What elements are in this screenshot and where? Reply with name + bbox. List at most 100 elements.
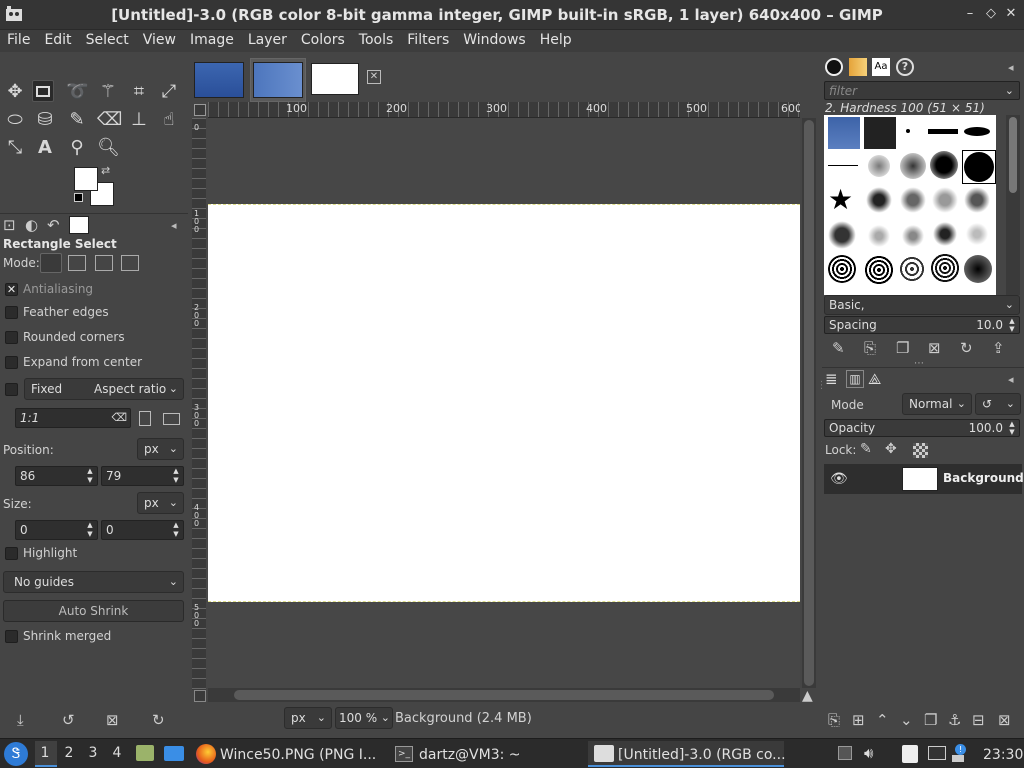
mode-add-button[interactable] [68, 255, 86, 271]
images-tab-icon[interactable] [69, 216, 89, 234]
menu-file[interactable]: File [0, 30, 37, 51]
size-h-input[interactable]: 0 ▲ ▼ [101, 520, 184, 540]
raise-layer-icon[interactable]: ⌃ [876, 711, 889, 729]
expand-from-center-checkbox[interactable] [5, 356, 18, 369]
brush-thumb-star[interactable]: ★ [828, 185, 853, 215]
brush-thumb-9[interactable] [930, 151, 958, 179]
open-brush-as-image-icon[interactable]: ⇪ [992, 339, 1005, 357]
display-icon[interactable] [928, 746, 946, 760]
paintbrush-tool-icon[interactable]: ✎ [66, 109, 88, 131]
workspace-2[interactable]: 2 [62, 745, 76, 761]
device-status-tab-icon[interactable]: ◐ [25, 216, 38, 234]
menu-layer[interactable]: Layer [241, 30, 294, 51]
mode-subtract-button[interactable] [95, 255, 113, 271]
brush-thumb-21[interactable] [864, 255, 894, 285]
brush-thumb-selected[interactable] [962, 150, 996, 184]
portrait-icon[interactable] [139, 411, 151, 426]
tool-options-tab-icon[interactable]: ⊡ [3, 216, 16, 234]
color-picker-tool-icon[interactable]: ⚲ [66, 137, 88, 159]
spin-arrows-icon[interactable]: ▲ ▼ [171, 467, 181, 485]
clear-ratio-icon[interactable]: ⌫ [111, 409, 127, 427]
clone-tool-icon[interactable]: ⊥ [128, 109, 150, 131]
delete-brush-icon[interactable]: ⊠ [928, 339, 941, 357]
volume-icon[interactable]: 🔊︎ [864, 744, 873, 762]
layer-row-background[interactable]: 👁︎ Background [824, 464, 1024, 494]
lock-position-icon[interactable]: ✥ [885, 441, 897, 457]
layer-mode-reset-combo[interactable]: ↺ ⌄ [975, 393, 1021, 415]
zoom-tool-icon[interactable]: 🔍︎ [97, 137, 120, 159]
paths-tool-icon[interactable]: ⤡ [4, 137, 26, 159]
menu-edit[interactable]: Edit [37, 30, 78, 51]
navigate-icon[interactable]: ▲ [802, 688, 813, 704]
brush-thumb-13[interactable] [932, 187, 958, 213]
transform-tool-icon[interactable]: ⤢ [158, 81, 180, 103]
notification-icon[interactable]: ! [955, 744, 966, 755]
network-icon[interactable] [952, 755, 964, 762]
size-unit-combo[interactable]: px ⌄ [137, 492, 184, 514]
feather-edges-checkbox[interactable] [5, 306, 18, 319]
help-tab-icon[interactable]: ? [896, 58, 914, 76]
menu-select[interactable]: Select [79, 30, 136, 51]
horizontal-scrollbar[interactable] [208, 688, 800, 702]
horizontal-scroll-thumb[interactable] [234, 690, 774, 700]
eraser-tool-icon[interactable]: ⌫ [97, 109, 122, 131]
unit-combo[interactable]: px ⌄ [284, 707, 332, 729]
undo-history-tab-icon[interactable]: ↶ [47, 216, 60, 234]
brushes-tab-icon[interactable] [825, 58, 843, 76]
position-y-input[interactable]: 79 ▲ ▼ [101, 466, 184, 486]
brush-thumb-16[interactable] [866, 223, 892, 249]
zoom-combo[interactable]: 100 % ⌄ [335, 707, 393, 729]
shrink-merged-checkbox[interactable] [5, 630, 18, 643]
warp-transform-tool-icon[interactable]: ⬭ [4, 109, 26, 131]
paths-tab-icon[interactable]: ⟁ [868, 370, 881, 388]
brush-thumb-15[interactable] [828, 221, 856, 249]
rounded-corners-checkbox[interactable] [5, 331, 18, 344]
spin-arrows-icon[interactable]: ▲ ▼ [85, 521, 95, 539]
reset-tool-options-icon[interactable]: ↻ [152, 711, 165, 729]
close-button[interactable]: ✕ [1003, 6, 1019, 22]
brush-thumb-20[interactable] [828, 255, 856, 283]
menu-view[interactable]: View [136, 30, 183, 51]
mask-layer-icon[interactable]: ⊟ [972, 711, 985, 729]
tray-box-icon[interactable] [838, 746, 852, 760]
brush-thumb-7[interactable] [868, 155, 890, 177]
brush-scrollbar[interactable] [1006, 115, 1020, 295]
vertical-scrollbar[interactable] [802, 118, 816, 688]
auto-shrink-button[interactable]: Auto Shrink [3, 600, 184, 622]
brush-thumb-19[interactable] [964, 221, 990, 247]
landscape-icon[interactable] [163, 413, 180, 425]
smudge-tool-icon[interactable]: ☝ [158, 109, 180, 131]
save-tool-preset-icon[interactable]: ⤓ [17, 711, 24, 729]
image-tab-3-thumbnail[interactable] [311, 63, 359, 95]
brush-thumb-17[interactable] [900, 223, 926, 249]
brush-thumb-4[interactable] [928, 129, 958, 134]
brush-thumb-2[interactable] [864, 117, 896, 149]
brush-thumb-1[interactable] [828, 117, 860, 149]
brush-thumb-22[interactable] [898, 255, 926, 283]
task-gimp[interactable]: [Untitled]-3.0 (RGB co... [618, 743, 786, 767]
image-canvas[interactable] [208, 204, 800, 602]
dock-menu-icon[interactable]: ◂ [1008, 61, 1014, 74]
menu-tools[interactable]: Tools [352, 30, 401, 51]
duplicate-brush-icon[interactable]: ❐ [896, 339, 909, 357]
maximize-button[interactable]: ◇ [983, 6, 999, 22]
task-terminal[interactable]: dartz@VM3: ~ [419, 743, 521, 767]
close-image-tab-icon[interactable]: ✕ [367, 70, 381, 84]
edit-brush-icon[interactable]: ✎ [832, 339, 845, 357]
image-tab-1-thumbnail[interactable] [194, 62, 244, 98]
brush-thumb-3[interactable] [906, 129, 910, 133]
firefox-icon[interactable] [196, 744, 216, 764]
fixed-checkbox[interactable] [5, 383, 18, 396]
new-layer-icon[interactable]: ⎘ [828, 711, 840, 729]
highlight-checkbox[interactable] [5, 547, 18, 560]
anchor-layer-icon[interactable]: ⚓︎ [948, 711, 961, 729]
new-brush-icon[interactable]: ⎘ [864, 339, 876, 357]
workspace-3[interactable]: 3 [86, 745, 100, 761]
mode-replace-button[interactable] [40, 253, 62, 273]
lock-pixels-icon[interactable]: ✎ [860, 441, 872, 457]
default-colors-icon[interactable] [74, 193, 83, 202]
ratio-input[interactable]: 1:1 ⌫ [15, 408, 131, 428]
foreground-color-swatch[interactable] [74, 167, 98, 191]
duplicate-layer-icon[interactable]: ❐ [924, 711, 937, 729]
restore-tool-preset-icon[interactable]: ↺ [62, 711, 75, 729]
